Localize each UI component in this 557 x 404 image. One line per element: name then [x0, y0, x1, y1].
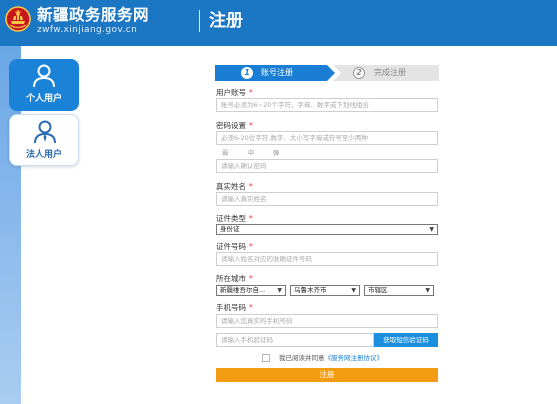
- sms-code-input[interactable]: [216, 333, 374, 347]
- district-value: 市辖区: [368, 286, 388, 294]
- phone-input[interactable]: [216, 314, 438, 328]
- step-2-label: 完成注册: [374, 68, 406, 77]
- strength-medium: 中: [248, 150, 255, 157]
- strength-strong: 强: [273, 150, 280, 157]
- agreement-link[interactable]: 《服务网注册协议》: [325, 354, 384, 362]
- tab-legal-user[interactable]: 法人用户: [9, 114, 79, 166]
- get-sms-code-button[interactable]: 获取短信验证码: [374, 333, 438, 347]
- required-mark: *: [249, 182, 253, 191]
- tab-personal-user[interactable]: 个人用户: [9, 59, 79, 111]
- account-input[interactable]: [216, 98, 438, 112]
- id-type-select[interactable]: 身份证 ▼: [216, 224, 438, 235]
- agreement-checkbox[interactable]: [262, 354, 270, 362]
- real-name-label: 真实姓名 *: [216, 182, 253, 191]
- tab-legal-user-label: 法人用户: [25, 150, 62, 160]
- tab-personal-user-label: 个人用户: [25, 94, 62, 104]
- person-icon: [33, 64, 55, 88]
- region-select[interactable]: 新疆维吾尔自... ▼: [216, 285, 286, 296]
- site-header: 新疆政务服务网 zwfw.xinjiang.gov.cn 注册: [0, 0, 557, 46]
- register-button[interactable]: 注册: [216, 368, 438, 382]
- step-2-number: 2: [353, 67, 365, 79]
- district-select[interactable]: 市辖区 ▼: [364, 285, 434, 296]
- site-name: 新疆政务服务网: [37, 6, 150, 24]
- strength-weak: 弱: [222, 150, 229, 157]
- chevron-down-icon: ▼: [277, 287, 282, 294]
- step-1: 1 账号注册: [215, 65, 335, 81]
- id-type-value: 身份证: [220, 225, 240, 233]
- required-mark: *: [249, 274, 253, 283]
- national-emblem-icon: [5, 6, 31, 32]
- required-mark: *: [249, 242, 253, 251]
- required-mark: *: [249, 121, 253, 130]
- required-mark: *: [249, 88, 253, 97]
- step-1-number: 1: [241, 67, 253, 79]
- password-label: 密码设置 *: [216, 121, 253, 130]
- phone-label: 手机号码 *: [216, 303, 253, 312]
- real-name-input[interactable]: [216, 192, 438, 206]
- header-divider: [199, 10, 200, 32]
- chevron-down-icon: ▼: [429, 226, 434, 233]
- site-domain: zwfw.xinjiang.gov.cn: [37, 25, 138, 35]
- chevron-down-icon: ▼: [351, 287, 356, 294]
- password-input[interactable]: [216, 131, 438, 145]
- city-value: 乌鲁木齐市: [294, 286, 327, 294]
- id-type-label: 证件类型 *: [216, 214, 253, 223]
- city-label: 所在城市 *: [216, 274, 253, 283]
- region-value: 新疆维吾尔自...: [220, 286, 266, 294]
- required-mark: *: [249, 214, 253, 223]
- required-mark: *: [249, 303, 253, 312]
- account-label: 用户账号 *: [216, 88, 253, 97]
- id-number-label: 证件号码 *: [216, 242, 253, 251]
- step-1-label: 账号注册: [261, 68, 293, 77]
- confirm-password-input[interactable]: [216, 159, 438, 173]
- agreement-prefix: 我已阅读并同意: [279, 354, 325, 362]
- id-number-input[interactable]: [216, 252, 438, 266]
- agreement-text: 我已阅读并同意《服务网注册协议》: [279, 353, 383, 363]
- business-person-icon: [34, 120, 56, 144]
- city-select[interactable]: 乌鲁木齐市 ▼: [290, 285, 360, 296]
- page-title: 注册: [209, 11, 243, 31]
- chevron-down-icon: ▼: [425, 287, 430, 294]
